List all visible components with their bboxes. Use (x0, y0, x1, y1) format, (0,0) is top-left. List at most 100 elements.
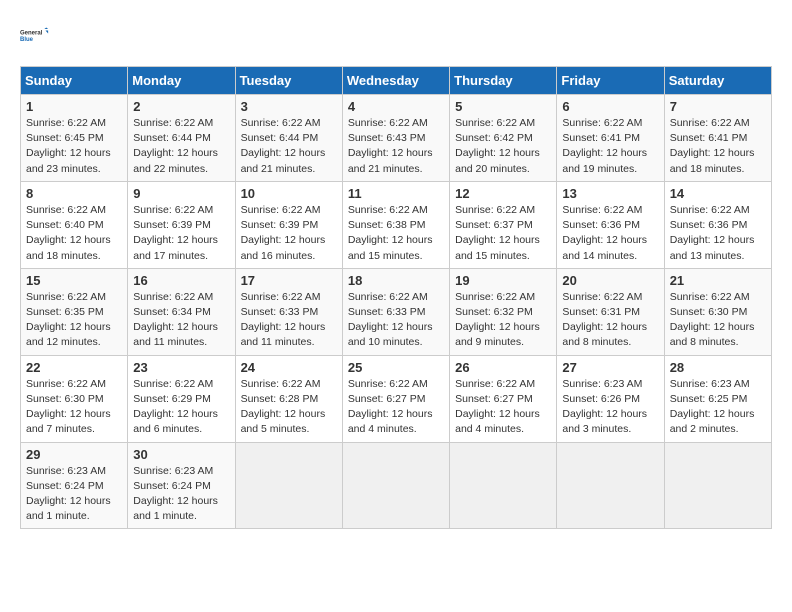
day-detail: Sunrise: 6:23 AMSunset: 6:24 PMDaylight:… (26, 464, 122, 525)
day-detail: Sunrise: 6:22 AMSunset: 6:32 PMDaylight:… (455, 290, 551, 351)
calendar-week-3: 22Sunrise: 6:22 AMSunset: 6:30 PMDayligh… (21, 355, 772, 442)
day-number: 27 (562, 360, 658, 375)
day-detail: Sunrise: 6:22 AMSunset: 6:34 PMDaylight:… (133, 290, 229, 351)
day-number: 1 (26, 99, 122, 114)
day-number: 25 (348, 360, 444, 375)
day-detail: Sunrise: 6:22 AMSunset: 6:45 PMDaylight:… (26, 116, 122, 177)
day-detail: Sunrise: 6:23 AMSunset: 6:26 PMDaylight:… (562, 377, 658, 438)
calendar-cell-2: 2 Sunrise: 6:22 AMSunset: 6:44 PMDaylight… (128, 95, 235, 182)
day-number: 22 (26, 360, 122, 375)
weekday-header-thursday: Thursday (450, 67, 557, 95)
day-detail: Sunrise: 6:22 AMSunset: 6:36 PMDaylight:… (670, 203, 766, 264)
day-number: 5 (455, 99, 551, 114)
calendar-cell-26: 26 Sunrise: 6:22 AMSunset: 6:27 PMDayligh… (450, 355, 557, 442)
calendar-cell-5: 5 Sunrise: 6:22 AMSunset: 6:42 PMDaylight… (450, 95, 557, 182)
calendar-cell-empty-4-4 (450, 442, 557, 529)
calendar-week-2: 15 Sunrise: 6:22 AMSunset: 6:35 PMDayligh… (21, 268, 772, 355)
calendar-cell-9: 9 Sunrise: 6:22 AMSunset: 6:39 PMDaylight… (128, 181, 235, 268)
svg-text:Blue: Blue (20, 37, 34, 43)
day-detail: Sunrise: 6:22 AMSunset: 6:41 PMDaylight:… (670, 116, 766, 177)
calendar-cell-28: 28 Sunrise: 6:23 AMSunset: 6:25 PMDayligh… (664, 355, 771, 442)
day-detail: Sunrise: 6:22 AMSunset: 6:31 PMDaylight:… (562, 290, 658, 351)
day-detail: Sunrise: 6:22 AMSunset: 6:35 PMDaylight:… (26, 290, 122, 351)
day-detail: Sunrise: 6:22 AMSunset: 6:41 PMDaylight:… (562, 116, 658, 177)
calendar-cell-17: 17 Sunrise: 6:22 AMSunset: 6:33 PMDayligh… (235, 268, 342, 355)
calendar-cell-22: 22Sunrise: 6:22 AMSunset: 6:30 PMDayligh… (21, 355, 128, 442)
day-detail: Sunrise: 6:22 AMSunset: 6:30 PMDaylight:… (670, 290, 766, 351)
day-detail: Sunrise: 6:22 AMSunset: 6:38 PMDaylight:… (348, 203, 444, 264)
calendar-cell-21: 21 Sunrise: 6:22 AMSunset: 6:30 PMDayligh… (664, 268, 771, 355)
day-number: 28 (670, 360, 766, 375)
day-number: 18 (348, 273, 444, 288)
day-number: 6 (562, 99, 658, 114)
calendar-cell-24: 24Sunrise: 6:22 AMSunset: 6:28 PMDayligh… (235, 355, 342, 442)
calendar-cell-27: 27 Sunrise: 6:23 AMSunset: 6:26 PMDayligh… (557, 355, 664, 442)
svg-text:General: General (20, 30, 43, 36)
calendar-cell-4: 4 Sunrise: 6:22 AMSunset: 6:43 PMDaylight… (342, 95, 449, 182)
calendar-cell-14: 14 Sunrise: 6:22 AMSunset: 6:36 PMDayligh… (664, 181, 771, 268)
logo: GeneralBlue (20, 20, 50, 50)
day-number: 10 (241, 186, 337, 201)
calendar-cell-19: 19 Sunrise: 6:22 AMSunset: 6:32 PMDayligh… (450, 268, 557, 355)
day-number: 26 (455, 360, 551, 375)
calendar-cell-30: 30Sunrise: 6:23 AMSunset: 6:24 PMDayligh… (128, 442, 235, 529)
day-number: 15 (26, 273, 122, 288)
day-number: 8 (26, 186, 122, 201)
weekday-header-row: SundayMondayTuesdayWednesdayThursdayFrid… (21, 67, 772, 95)
weekday-header-monday: Monday (128, 67, 235, 95)
day-detail: Sunrise: 6:23 AMSunset: 6:25 PMDaylight:… (670, 377, 766, 438)
day-number: 12 (455, 186, 551, 201)
day-number: 21 (670, 273, 766, 288)
day-detail: Sunrise: 6:22 AMSunset: 6:39 PMDaylight:… (133, 203, 229, 264)
day-detail: Sunrise: 6:23 AMSunset: 6:24 PMDaylight:… (133, 464, 229, 525)
day-number: 4 (348, 99, 444, 114)
calendar-cell-3: 3Sunrise: 6:22 AMSunset: 6:44 PMDaylight… (235, 95, 342, 182)
day-detail: Sunrise: 6:22 AMSunset: 6:33 PMDaylight:… (241, 290, 337, 351)
calendar-cell-empty-4-3 (342, 442, 449, 529)
day-number: 13 (562, 186, 658, 201)
day-detail: Sunrise: 6:22 AMSunset: 6:37 PMDaylight:… (455, 203, 551, 264)
calendar-cell-7: 7 Sunrise: 6:22 AMSunset: 6:41 PMDaylight… (664, 95, 771, 182)
day-detail: Sunrise: 6:22 AMSunset: 6:44 PMDaylight:… (133, 116, 229, 177)
calendar-cell-12: 12 Sunrise: 6:22 AMSunset: 6:37 PMDayligh… (450, 181, 557, 268)
day-detail: Sunrise: 6:22 AMSunset: 6:27 PMDaylight:… (455, 377, 551, 438)
calendar-cell-empty-4-5 (557, 442, 664, 529)
day-number: 2 (133, 99, 229, 114)
calendar-cell-20: 20 Sunrise: 6:22 AMSunset: 6:31 PMDayligh… (557, 268, 664, 355)
day-number: 16 (133, 273, 229, 288)
calendar-table: SundayMondayTuesdayWednesdayThursdayFrid… (20, 66, 772, 529)
day-number: 20 (562, 273, 658, 288)
day-number: 19 (455, 273, 551, 288)
calendar-cell-25: 25Sunrise: 6:22 AMSunset: 6:27 PMDayligh… (342, 355, 449, 442)
calendar-cell-10: 10 Sunrise: 6:22 AMSunset: 6:39 PMDayligh… (235, 181, 342, 268)
day-detail: Sunrise: 6:22 AMSunset: 6:44 PMDaylight:… (241, 116, 337, 177)
day-number: 14 (670, 186, 766, 201)
day-detail: Sunrise: 6:22 AMSunset: 6:39 PMDaylight:… (241, 203, 337, 264)
calendar-cell-8: 8 Sunrise: 6:22 AMSunset: 6:40 PMDaylight… (21, 181, 128, 268)
calendar-cell-13: 13 Sunrise: 6:22 AMSunset: 6:36 PMDayligh… (557, 181, 664, 268)
calendar-cell-11: 11Sunrise: 6:22 AMSunset: 6:38 PMDayligh… (342, 181, 449, 268)
weekday-header-friday: Friday (557, 67, 664, 95)
day-detail: Sunrise: 6:22 AMSunset: 6:42 PMDaylight:… (455, 116, 551, 177)
calendar-cell-18: 18 Sunrise: 6:22 AMSunset: 6:33 PMDayligh… (342, 268, 449, 355)
day-detail: Sunrise: 6:22 AMSunset: 6:33 PMDaylight:… (348, 290, 444, 351)
weekday-header-sunday: Sunday (21, 67, 128, 95)
calendar-cell-15: 15 Sunrise: 6:22 AMSunset: 6:35 PMDayligh… (21, 268, 128, 355)
day-detail: Sunrise: 6:22 AMSunset: 6:29 PMDaylight:… (133, 377, 229, 438)
day-detail: Sunrise: 6:22 AMSunset: 6:40 PMDaylight:… (26, 203, 122, 264)
day-number: 23 (133, 360, 229, 375)
page-header: GeneralBlue (20, 20, 772, 50)
day-number: 29 (26, 447, 122, 462)
day-detail: Sunrise: 6:22 AMSunset: 6:36 PMDaylight:… (562, 203, 658, 264)
day-number: 17 (241, 273, 337, 288)
day-number: 9 (133, 186, 229, 201)
weekday-header-tuesday: Tuesday (235, 67, 342, 95)
logo-icon: GeneralBlue (20, 20, 50, 50)
day-detail: Sunrise: 6:22 AMSunset: 6:43 PMDaylight:… (348, 116, 444, 177)
calendar-body: 1 Sunrise: 6:22 AMSunset: 6:45 PMDaylight… (21, 95, 772, 529)
day-number: 7 (670, 99, 766, 114)
day-number: 24 (241, 360, 337, 375)
calendar-cell-29: 29 Sunrise: 6:23 AMSunset: 6:24 PMDayligh… (21, 442, 128, 529)
calendar-cell-23: 23 Sunrise: 6:22 AMSunset: 6:29 PMDayligh… (128, 355, 235, 442)
calendar-cell-empty-4-2 (235, 442, 342, 529)
